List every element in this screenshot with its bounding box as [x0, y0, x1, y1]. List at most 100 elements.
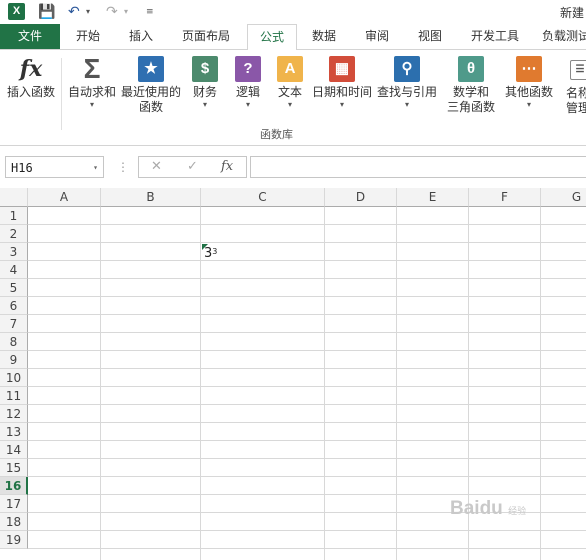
autosum-button[interactable]: Σ 自动求和 ▾: [66, 54, 118, 110]
recently-used-button[interactable]: ★ 最近使用的 函数: [120, 54, 182, 115]
row-header-12[interactable]: 12: [0, 405, 28, 423]
date-time-button[interactable]: ▦ 日期和时间 ▾: [311, 54, 373, 110]
row-header-13[interactable]: 13: [0, 423, 28, 441]
row-header-9[interactable]: 9: [0, 351, 28, 369]
row-header-5[interactable]: 5: [0, 279, 28, 297]
chevron-down-icon: ▾: [287, 100, 292, 109]
column-header-e[interactable]: E: [397, 188, 469, 207]
cell-c3-superscript: 3: [212, 247, 218, 256]
name-manager-button[interactable]: ☰ 名称 管理: [566, 54, 586, 116]
undo-dropdown-icon[interactable]: ▾: [86, 2, 90, 22]
quick-access-toolbar: X 💾 ↶ ▾ ↷ ▾ ≡ 新建: [0, 0, 586, 24]
row-header-18[interactable]: 18: [0, 513, 28, 531]
grid-line: [28, 296, 586, 297]
row-header-7[interactable]: 7: [0, 315, 28, 333]
cancel-icon[interactable]: ✕: [151, 157, 162, 177]
sigma-icon: Σ: [83, 53, 101, 84]
row-header-3[interactable]: 3: [0, 243, 28, 261]
select-all-corner[interactable]: [0, 188, 28, 207]
column-header-a[interactable]: A: [28, 188, 101, 207]
grid-line: [28, 386, 586, 387]
ribbon-formulas: fx 插入函数 Σ 自动求和 ▾ ★ 最近使用的 函数 $ 财务 ▾ ? 逻辑 …: [0, 50, 586, 146]
excel-logo-icon: X: [8, 3, 25, 20]
insert-function-icon[interactable]: fx: [221, 157, 233, 177]
insert-function-button[interactable]: fx 插入函数: [4, 54, 58, 100]
lookup-reference-button[interactable]: ⚲ 查找与引用 ▾: [376, 54, 438, 110]
column-header-c[interactable]: C: [201, 188, 325, 207]
formula-input[interactable]: [250, 156, 586, 178]
watermark-text: Bai: [450, 498, 480, 519]
name-box-value: H16: [11, 161, 33, 175]
tab-data[interactable]: 数据: [304, 24, 344, 49]
grid-line: [28, 458, 586, 459]
cell-c3[interactable]: 33: [201, 243, 325, 261]
grid-line: [28, 530, 586, 531]
more-options-icon[interactable]: ⋮: [117, 156, 129, 178]
grid-line: [28, 350, 586, 351]
grid-line: [28, 548, 586, 549]
star-book-icon: ★: [138, 56, 164, 82]
tab-review[interactable]: 审阅: [357, 24, 397, 49]
row-header-6[interactable]: 6: [0, 297, 28, 315]
question-book-icon: ?: [235, 56, 261, 82]
formula-buttons: ✕ ✓ fx: [138, 156, 247, 178]
row-header-15[interactable]: 15: [0, 459, 28, 477]
tab-insert[interactable]: 插入: [119, 24, 163, 49]
financial-button[interactable]: $ 财务 ▾: [188, 54, 222, 110]
column-header-d[interactable]: D: [325, 188, 397, 207]
grid-line: [28, 224, 586, 225]
column-header-g[interactable]: G: [541, 188, 586, 207]
logical-button[interactable]: ? 逻辑 ▾: [232, 54, 264, 110]
row-header-11[interactable]: 11: [0, 387, 28, 405]
row-header-8[interactable]: 8: [0, 333, 28, 351]
grid-line: [28, 494, 586, 495]
tab-developer[interactable]: 开发工具: [464, 24, 526, 49]
grid-line: [28, 278, 586, 279]
customize-qat-icon[interactable]: ≡: [146, 2, 154, 22]
row-header-14[interactable]: 14: [0, 441, 28, 459]
row-header-19[interactable]: 19: [0, 531, 28, 549]
undo-icon[interactable]: ↶: [68, 2, 80, 22]
group-label-function-library: 函数库: [260, 128, 293, 141]
grid-line: [28, 332, 586, 333]
row-header-4[interactable]: 4: [0, 261, 28, 279]
watermark-suffix: du: [479, 498, 503, 519]
ribbon-separator: [61, 58, 62, 130]
tab-home[interactable]: 开始: [66, 24, 110, 49]
row-header-1[interactable]: 1: [0, 207, 28, 225]
search-book-icon: ⚲: [394, 56, 420, 82]
grid-line: [28, 440, 586, 441]
chevron-down-icon: ▾: [526, 100, 531, 109]
tab-file[interactable]: 文件: [0, 24, 60, 49]
chevron-down-icon[interactable]: ▾: [93, 157, 98, 179]
grid-line: [28, 476, 586, 477]
row-header-17[interactable]: 17: [0, 495, 28, 513]
enter-check-icon[interactable]: ✓: [187, 157, 198, 177]
math-trig-button[interactable]: θ 数学和 三角函数: [440, 54, 502, 115]
chevron-down-icon: ▾: [89, 100, 94, 109]
redo-icon[interactable]: ↷: [106, 2, 118, 22]
money-book-icon: $: [192, 56, 218, 82]
chevron-down-icon: ▾: [202, 100, 207, 109]
formula-bar: H16 ▾ ⋮ ✕ ✓ fx: [0, 146, 586, 188]
column-header-f[interactable]: F: [469, 188, 541, 207]
ribbon-tabs: 文件 开始 插入 页面布局 公式 数据 审阅 视图 开发工具 负载测试: [0, 24, 586, 51]
chevron-down-icon: ▾: [404, 100, 409, 109]
row-header-16[interactable]: 16: [0, 477, 28, 495]
text-button[interactable]: A 文本 ▾: [274, 54, 306, 110]
tab-formulas[interactable]: 公式: [247, 24, 297, 51]
more-functions-button[interactable]: ⋯ 其他函数 ▾: [502, 54, 556, 110]
row-header-2[interactable]: 2: [0, 225, 28, 243]
row-header-10[interactable]: 10: [0, 369, 28, 387]
tab-view[interactable]: 视图: [410, 24, 450, 49]
name-box[interactable]: H16 ▾: [5, 156, 104, 178]
watermark-sub: 经验: [508, 506, 527, 516]
grid-line: [28, 422, 586, 423]
column-header-b[interactable]: B: [101, 188, 201, 207]
tab-load-test[interactable]: 负载测试: [542, 24, 586, 49]
save-icon[interactable]: 💾: [38, 2, 55, 22]
fx-icon: fx: [19, 56, 43, 82]
tab-page-layout[interactable]: 页面布局: [174, 24, 238, 49]
cell-c3-value: 33: [204, 246, 217, 261]
redo-dropdown-icon[interactable]: ▾: [124, 2, 128, 22]
